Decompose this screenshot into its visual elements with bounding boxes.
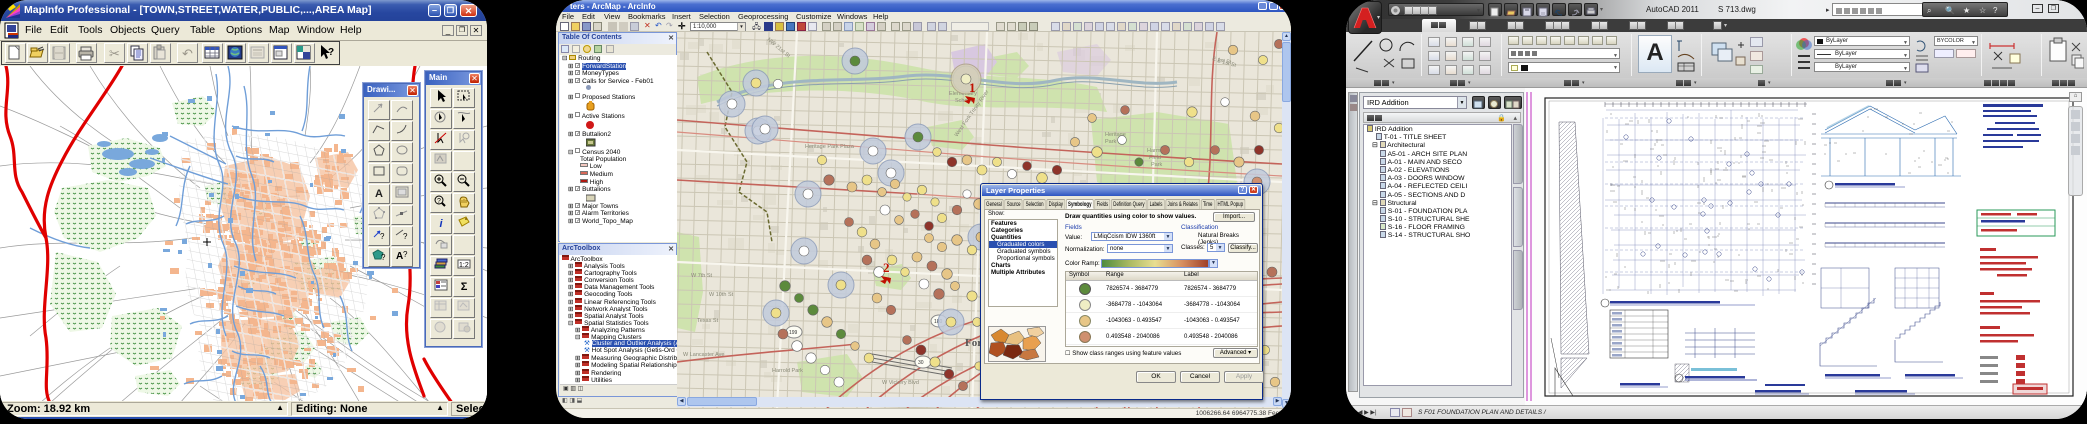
svg-text:W Vickery Blvd: W Vickery Blvd: [882, 380, 919, 386]
svg-text:Field: Field: [1149, 155, 1161, 161]
svg-text:Heritage Park Plaza: Heritage Park Plaza: [805, 144, 855, 150]
svg-text:30: 30: [918, 360, 924, 366]
svg-text:Harrold Park: Harrold Park: [772, 368, 803, 374]
svg-text:Park: Park: [1151, 162, 1163, 168]
svg-text:?: ?: [403, 250, 408, 259]
svg-text:?: ?: [437, 198, 441, 205]
svg-text:Park: Park: [1105, 139, 1117, 145]
svg-text:W 7th St: W 7th St: [691, 273, 713, 279]
svg-text:?: ?: [328, 47, 334, 58]
svg-text:2: 2: [883, 260, 890, 275]
svg-text:?: ?: [380, 232, 385, 241]
svg-text:199: 199: [789, 330, 798, 336]
svg-text:?: ?: [403, 232, 408, 241]
svg-text:Texas St: Texas St: [697, 318, 719, 324]
svg-text:W 10th St: W 10th St: [709, 292, 734, 298]
svg-text:1: 1: [969, 80, 976, 95]
svg-text:W Lancaster Ave: W Lancaster Ave: [683, 352, 724, 358]
svg-text:?: ?: [381, 253, 386, 262]
svg-text:1:2: 1:2: [459, 262, 469, 269]
